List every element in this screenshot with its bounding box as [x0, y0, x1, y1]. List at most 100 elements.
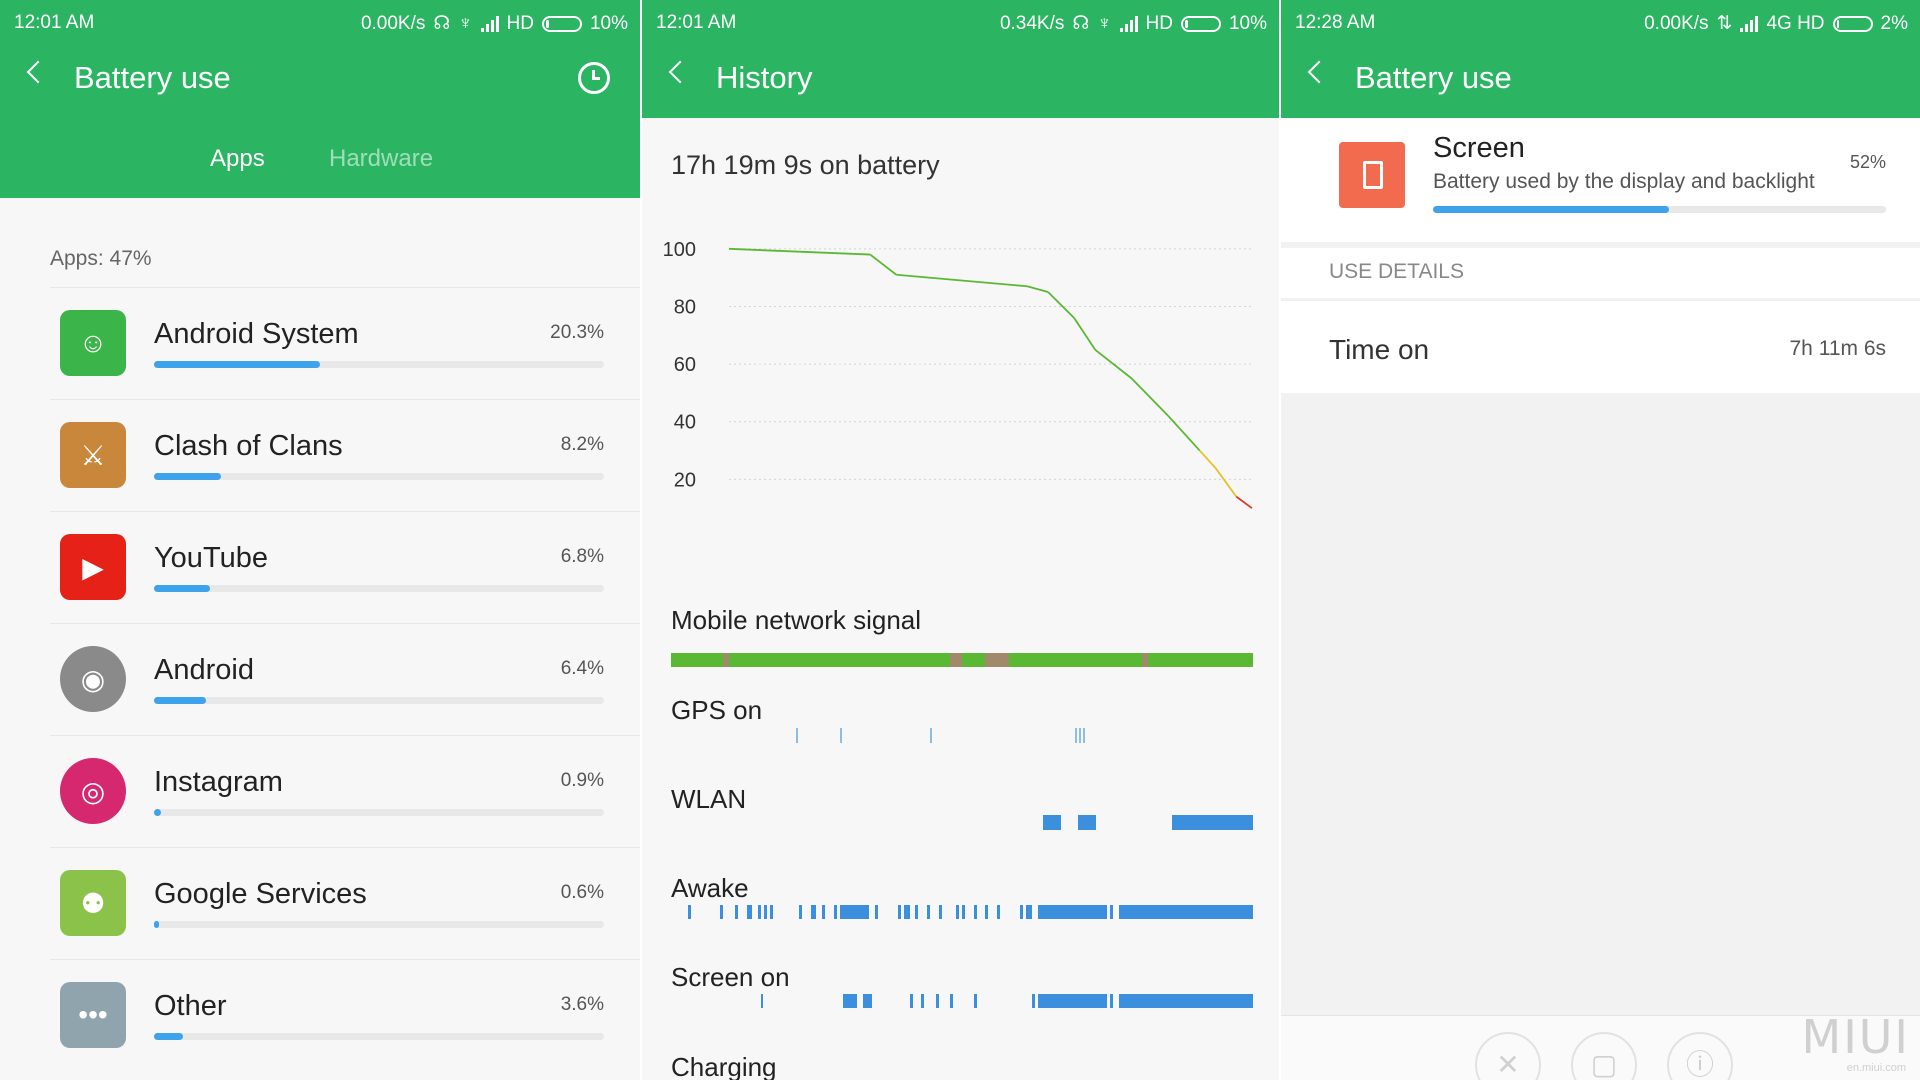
- awake-segment: [1026, 905, 1032, 919]
- usage-bar-fill: [154, 697, 207, 704]
- awake-segment: [938, 905, 942, 919]
- app-name: Google Services: [154, 878, 367, 910]
- status-right: 0.00K/s ☊ ♆ HD 10%: [361, 12, 628, 35]
- awake-segment: [822, 905, 826, 919]
- battery-level-fill: [1184, 19, 1189, 28]
- wifi-icon: ♆: [458, 12, 473, 34]
- y-tick-label: 60: [674, 354, 696, 376]
- awake-timeline: [671, 905, 1253, 919]
- gps-on-tick: [796, 728, 799, 743]
- usage-bar-fill: [154, 361, 321, 368]
- status-time: 12:01 AM: [656, 12, 737, 33]
- app-row[interactable]: ⚔ Clash of Clans 8.2%: [50, 399, 640, 510]
- usage-bar: [154, 809, 604, 816]
- screen-on-segment: [842, 994, 858, 1008]
- awake-segment: [688, 905, 692, 919]
- battery-level-fill: [1836, 19, 1839, 28]
- screen-on-timeline: [671, 994, 1253, 1008]
- awake-segment: [956, 905, 960, 919]
- app-percent: 6.8%: [560, 546, 604, 567]
- app-row[interactable]: ◉ Android 6.4%: [50, 623, 640, 734]
- battery-line-segment: [1235, 495, 1253, 509]
- close-icon[interactable]: ✕: [1475, 1032, 1541, 1080]
- battery-percent: 10%: [1228, 12, 1267, 34]
- screen-on-segment: [1037, 994, 1108, 1008]
- item-percent: 52%: [1849, 152, 1886, 172]
- android-icon: ◉: [60, 646, 126, 712]
- battery-line-segment: [728, 247, 871, 256]
- app-name: Clash of Clans: [154, 430, 343, 462]
- battery-line-segment: [896, 273, 1028, 288]
- time-on-row: Time on 7h 11m 6s: [1281, 300, 1920, 393]
- info-icon[interactable]: ⓘ: [1667, 1032, 1733, 1080]
- signal-weak-segment: [1142, 653, 1149, 667]
- use-details-label: USE DETAILS: [1329, 260, 1464, 283]
- battery-line-segment: [1073, 317, 1096, 351]
- screen-on-segment: [761, 994, 763, 1008]
- usage-bar-fill: [154, 809, 162, 816]
- y-tick-label: 80: [674, 296, 696, 318]
- awake-segment: [996, 905, 1000, 919]
- miui-watermark: MIUI: [1801, 1010, 1910, 1064]
- app-row[interactable]: ◎ Instagram 0.9%: [50, 735, 640, 846]
- app-name: Android System: [154, 318, 359, 350]
- app-percent: 0.9%: [560, 770, 604, 791]
- awake-segment: [839, 905, 869, 919]
- awake-segment: [962, 905, 965, 919]
- screen-on-segment: [1031, 994, 1035, 1008]
- awake-segment: [810, 905, 817, 919]
- signal-weak-segment: [950, 653, 962, 667]
- app-percent: 20.3%: [550, 322, 604, 343]
- app-row[interactable]: ▶ YouTube 6.8%: [50, 511, 640, 622]
- miui-watermark-url: en.miui.com: [1846, 1062, 1906, 1074]
- headset-icon: ☊: [1072, 13, 1090, 34]
- awake-segment: [903, 905, 910, 919]
- status-right: 0.00K/s ⇅ 4G HD 2%: [1644, 12, 1908, 35]
- apps-total-label: Apps: 47%: [50, 247, 152, 270]
- awake-segment: [769, 905, 773, 919]
- awake-segment: [1110, 905, 1114, 919]
- charging-label: Charging: [671, 1052, 777, 1080]
- app-row[interactable]: ••• Other 3.6%: [50, 959, 640, 1070]
- network-speed: 0.34K/s: [999, 12, 1065, 34]
- awake-segment: [915, 905, 919, 919]
- y-tick-label: 20: [674, 469, 696, 491]
- awake-segment: [735, 905, 738, 919]
- battery-duration: 17h 19m 9s on battery: [671, 150, 940, 180]
- item-description: Battery used by the display and backligh…: [1433, 170, 1815, 193]
- gps-on-tick: [1078, 728, 1081, 743]
- network-speed: 0.00K/s: [360, 12, 426, 34]
- awake-segment: [973, 905, 977, 919]
- wlan-on-segment: [1043, 815, 1061, 830]
- awake-segment: [746, 905, 753, 919]
- screen-on-segment: [921, 994, 925, 1008]
- app-row[interactable]: ☺ Android System 20.3%: [50, 287, 640, 398]
- battery-line-segment: [1214, 467, 1238, 498]
- app-row[interactable]: ⚉ Google Services 0.6%: [50, 847, 640, 958]
- status-bar: 12:28 AM 0.00K/s ⇅ 4G HD 2%: [1281, 0, 1920, 44]
- screen-on-segment: [1119, 994, 1253, 1008]
- status-right: 0.34K/s ☊ ♆ HD 10%: [1000, 12, 1267, 35]
- app-percent: 6.4%: [560, 658, 604, 679]
- screen-on-label: Screen on: [671, 962, 790, 992]
- app-name: Other: [154, 990, 227, 1022]
- wlan-timeline: [671, 815, 1253, 830]
- gps-label: GPS on: [671, 695, 763, 725]
- wifi-icon: ♆: [1097, 12, 1112, 34]
- signal-icon: [1119, 15, 1138, 32]
- gps-on-tick: [839, 728, 842, 743]
- usage-bar: [154, 585, 604, 592]
- usage-bar-fill: [154, 585, 210, 592]
- app-name: Instagram: [154, 766, 283, 798]
- history-clock-icon[interactable]: [578, 62, 610, 94]
- clash-of-clans-icon: ⚔: [60, 422, 126, 488]
- mobile-signal-label: Mobile network signal: [671, 605, 922, 635]
- tab-hardware[interactable]: Hardware: [329, 145, 433, 173]
- screen-on-segment: [950, 994, 954, 1008]
- google-services-icon: ⚉: [60, 870, 126, 936]
- app-name: YouTube: [154, 542, 268, 574]
- battery-icon: [541, 15, 582, 32]
- tab-apps[interactable]: Apps: [210, 145, 265, 173]
- uninstall-icon[interactable]: ▢: [1571, 1032, 1637, 1080]
- usage-bar: [154, 697, 604, 704]
